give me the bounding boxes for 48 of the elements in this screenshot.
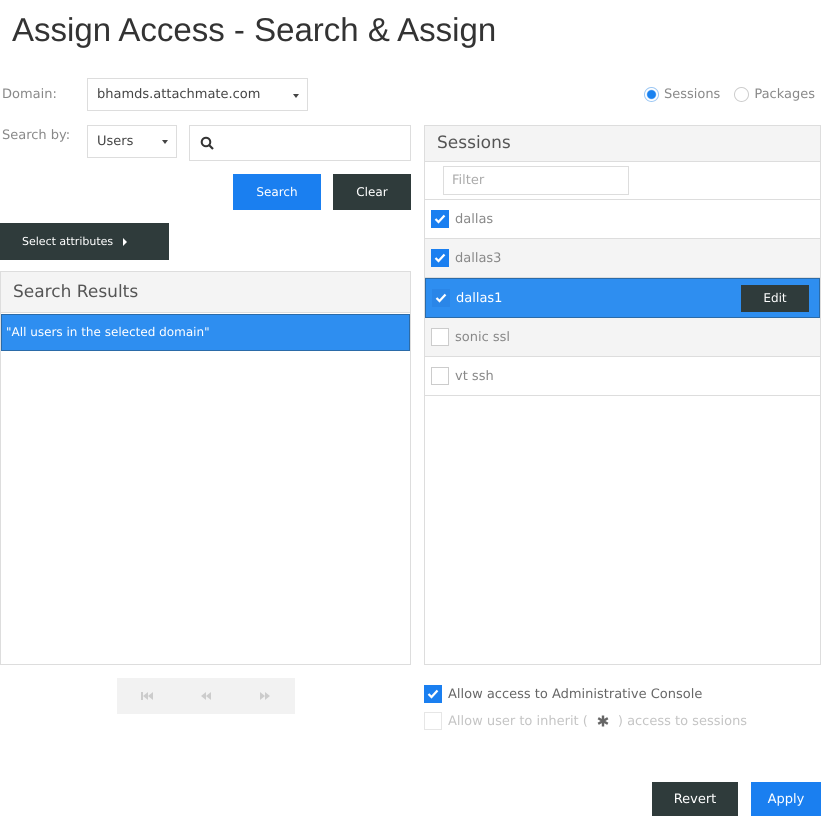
option-label: Allow access to Administrative Console <box>448 686 702 702</box>
session-name: dallas3 <box>455 250 502 266</box>
caret-icon <box>293 94 299 98</box>
radio-option[interactable]: Sessions <box>644 87 720 102</box>
revert-button[interactable]: Revert <box>652 782 738 816</box>
search-type-dropdown[interactable]: Users <box>87 125 177 158</box>
clear-button[interactable]: Clear <box>333 174 411 210</box>
page-title: Assign Access - Search & Assign <box>12 10 498 50</box>
checkbox[interactable] <box>431 210 449 228</box>
filter-field[interactable]: Filter <box>443 166 629 195</box>
session-row[interactable]: dallas1 Edit <box>425 278 820 318</box>
fast-forward-icon <box>259 691 272 701</box>
session-name: vt ssh <box>455 368 495 384</box>
caret-icon <box>162 140 168 144</box>
panel-header: Sessions <box>425 126 820 162</box>
session-row[interactable]: dallas3 <box>425 239 820 278</box>
field-label: Search by: <box>1 127 72 143</box>
select-attributes-button[interactable]: Select attributes <box>0 223 169 260</box>
session-row[interactable]: vt ssh <box>425 357 820 396</box>
caret-icon <box>123 238 128 246</box>
check-icon <box>434 214 446 224</box>
panel-header: Search Results <box>1 272 410 313</box>
check-icon <box>435 293 447 303</box>
search-field[interactable] <box>189 125 411 161</box>
session-name: dallas1 <box>456 290 504 306</box>
rewind-icon <box>200 691 212 701</box>
session-name: dallas <box>455 212 494 226</box>
checkbox[interactable] <box>431 367 449 385</box>
asterisk-icon <box>596 715 609 727</box>
apply-button[interactable]: Apply <box>751 782 821 816</box>
search-button[interactable]: Search <box>233 174 321 210</box>
field-label: Domain: <box>1 87 58 102</box>
checkbox[interactable] <box>431 328 449 346</box>
result-item[interactable]: "All users in the selected domain" <box>1 314 410 351</box>
domain-dropdown[interactable]: bhamds.attachmate.com <box>87 78 308 111</box>
session-name: sonic ssl <box>455 330 512 344</box>
checkbox[interactable] <box>424 685 442 703</box>
option-label: ) access to sessions <box>618 714 748 728</box>
search-icon <box>200 136 214 150</box>
edit-button[interactable]: Edit <box>741 284 809 312</box>
check-icon <box>434 253 446 263</box>
checkbox[interactable] <box>431 249 449 267</box>
option-label: Allow user to inherit ( <box>448 714 588 728</box>
radio-option[interactable]: Packages <box>734 87 815 102</box>
check-icon <box>427 689 439 699</box>
session-row[interactable]: sonic ssl <box>425 318 820 357</box>
first-page-icon <box>140 691 153 701</box>
checkbox[interactable] <box>432 289 450 307</box>
